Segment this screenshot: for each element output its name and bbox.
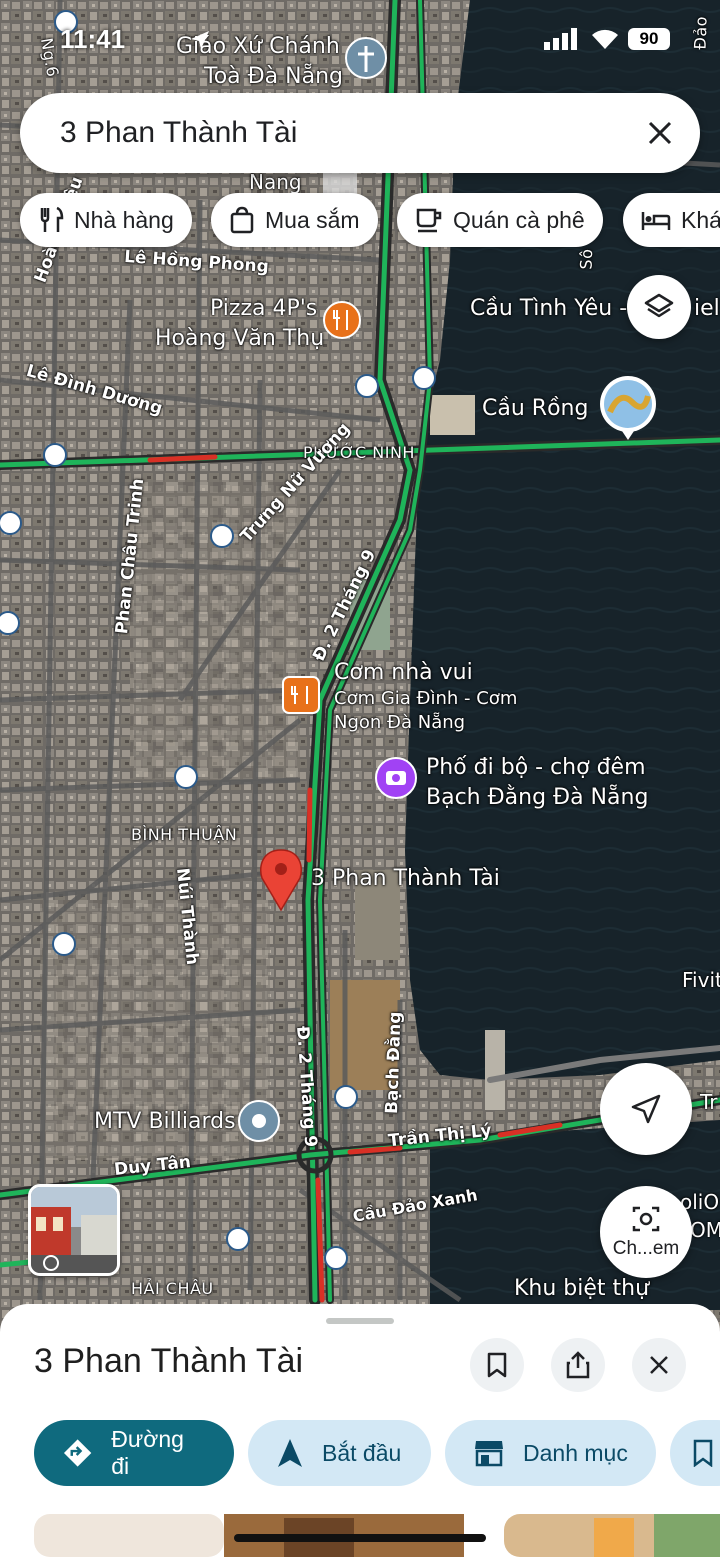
share-icon bbox=[566, 1351, 590, 1379]
street-bach-dang: Bạch Đằng bbox=[382, 1011, 406, 1115]
map-label-binh-thuan: BÌNH THUẬN bbox=[131, 825, 238, 844]
shopping-bag-icon bbox=[230, 206, 254, 234]
map-label-om-partial: OM bbox=[690, 1218, 720, 1242]
fork-knife-icon bbox=[40, 206, 64, 232]
more-action-button[interactable] bbox=[670, 1420, 720, 1486]
close-sheet-button[interactable] bbox=[632, 1338, 686, 1392]
map-label-hai-chau: HẢI CHÂU bbox=[131, 1279, 214, 1298]
map-label-khu-biet-thu[interactable]: Khu biệt thự bbox=[514, 1276, 649, 1301]
sheet-drag-handle[interactable] bbox=[326, 1318, 394, 1324]
chip-label: Quán cà phê bbox=[453, 206, 585, 233]
bed-icon bbox=[641, 212, 671, 230]
status-bar: 11:41 90 bbox=[60, 22, 720, 62]
map-label-church-2[interactable]: Toà Đà Nẵng bbox=[204, 64, 343, 89]
lens-search-button[interactable]: Ch...em bbox=[600, 1186, 692, 1278]
map-label-cau-rong[interactable]: Cầu Rồng bbox=[482, 396, 588, 421]
layers-icon bbox=[644, 293, 674, 318]
wifi-icon bbox=[592, 29, 618, 49]
map-label-pizza[interactable]: Pizza 4P's bbox=[210, 296, 317, 321]
directions-button[interactable]: Đường đi bbox=[34, 1420, 234, 1486]
map-label-pho-di-bo[interactable]: Phố đi bộ - chợ đêm bbox=[426, 755, 646, 780]
map-label-cau-tinh-yeu[interactable]: Cầu Tình Yêu - bbox=[470, 296, 627, 321]
map-label-nang: Nang bbox=[249, 170, 302, 194]
my-location-button[interactable] bbox=[600, 1063, 692, 1155]
chip-label: Mua sắm bbox=[265, 206, 360, 233]
map-label-so-partial: Sô bbox=[576, 248, 597, 270]
save-button[interactable] bbox=[470, 1338, 524, 1392]
start-button[interactable]: Bắt đầu bbox=[248, 1420, 431, 1486]
navigation-arrow-icon bbox=[278, 1439, 302, 1467]
bookmark-icon bbox=[693, 1439, 713, 1467]
store-icon bbox=[475, 1441, 503, 1467]
start-label: Bắt đầu bbox=[322, 1439, 402, 1466]
chip-cafe[interactable]: Quán cà phê bbox=[397, 193, 603, 247]
location-arrow-icon bbox=[191, 31, 209, 49]
map-label-com-gia-dinh[interactable]: Cơm Gia Đình - Cơm bbox=[334, 688, 517, 709]
map-label-pizza-2[interactable]: Hoàng Văn Thụ bbox=[155, 326, 324, 351]
street-view-thumbnail[interactable] bbox=[28, 1184, 120, 1276]
chip-hotels[interactable]: Khá bbox=[623, 193, 720, 247]
pin-label[interactable]: 3 Phan Thành Tài bbox=[311, 866, 500, 891]
map-label-com-gia-dinh-2[interactable]: Ngon Đà Nẵng bbox=[334, 712, 465, 733]
camera-search-icon bbox=[632, 1206, 660, 1232]
map-label-tr-partial: Tr bbox=[700, 1090, 718, 1114]
coffee-icon bbox=[416, 208, 442, 233]
home-indicator[interactable] bbox=[234, 1534, 486, 1542]
share-button[interactable] bbox=[551, 1338, 605, 1392]
close-icon bbox=[650, 1356, 668, 1374]
directions-icon bbox=[63, 1439, 92, 1467]
map-label-cau-tinh-yeu-tail: iel bbox=[694, 296, 720, 321]
place-bottom-sheet[interactable]: 3 Phan Thành Tài Đường đi Bắt đầu Danh m… bbox=[0, 1304, 720, 1557]
map-label-mtv-billiards[interactable]: MTV Billiards bbox=[94, 1109, 236, 1134]
lens-label: Ch...em bbox=[612, 1238, 680, 1259]
chip-label: Khá bbox=[681, 206, 720, 233]
category-button[interactable]: Danh mục bbox=[445, 1420, 656, 1486]
place-title: 3 Phan Thành Tài bbox=[34, 1342, 304, 1380]
navigation-arrow-icon bbox=[631, 1094, 661, 1124]
map-label-pho-di-bo-2[interactable]: Bạch Đằng Đà Nẵng bbox=[426, 785, 648, 810]
cellular-signal-icon bbox=[544, 28, 577, 50]
map-label-fivit[interactable]: Fivit bbox=[682, 968, 720, 992]
layers-button[interactable] bbox=[627, 275, 691, 339]
search-query[interactable]: 3 Phan Thành Tài bbox=[60, 93, 297, 173]
chip-shopping[interactable]: Mua sắm bbox=[211, 193, 378, 247]
category-label: Danh mục bbox=[523, 1439, 628, 1466]
chip-label: Nhà hàng bbox=[74, 206, 174, 233]
close-icon[interactable] bbox=[646, 119, 674, 147]
battery-level: 90 bbox=[628, 28, 670, 50]
bookmark-icon bbox=[487, 1352, 507, 1378]
search-bar[interactable]: 3 Phan Thành Tài bbox=[20, 93, 700, 173]
map-label-com-nha-vui[interactable]: Cơm nhà vui bbox=[334, 660, 473, 685]
status-time: 11:41 bbox=[60, 24, 126, 54]
directions-label: Đường đi bbox=[111, 1426, 184, 1479]
chip-restaurants[interactable]: Nhà hàng bbox=[20, 193, 192, 247]
